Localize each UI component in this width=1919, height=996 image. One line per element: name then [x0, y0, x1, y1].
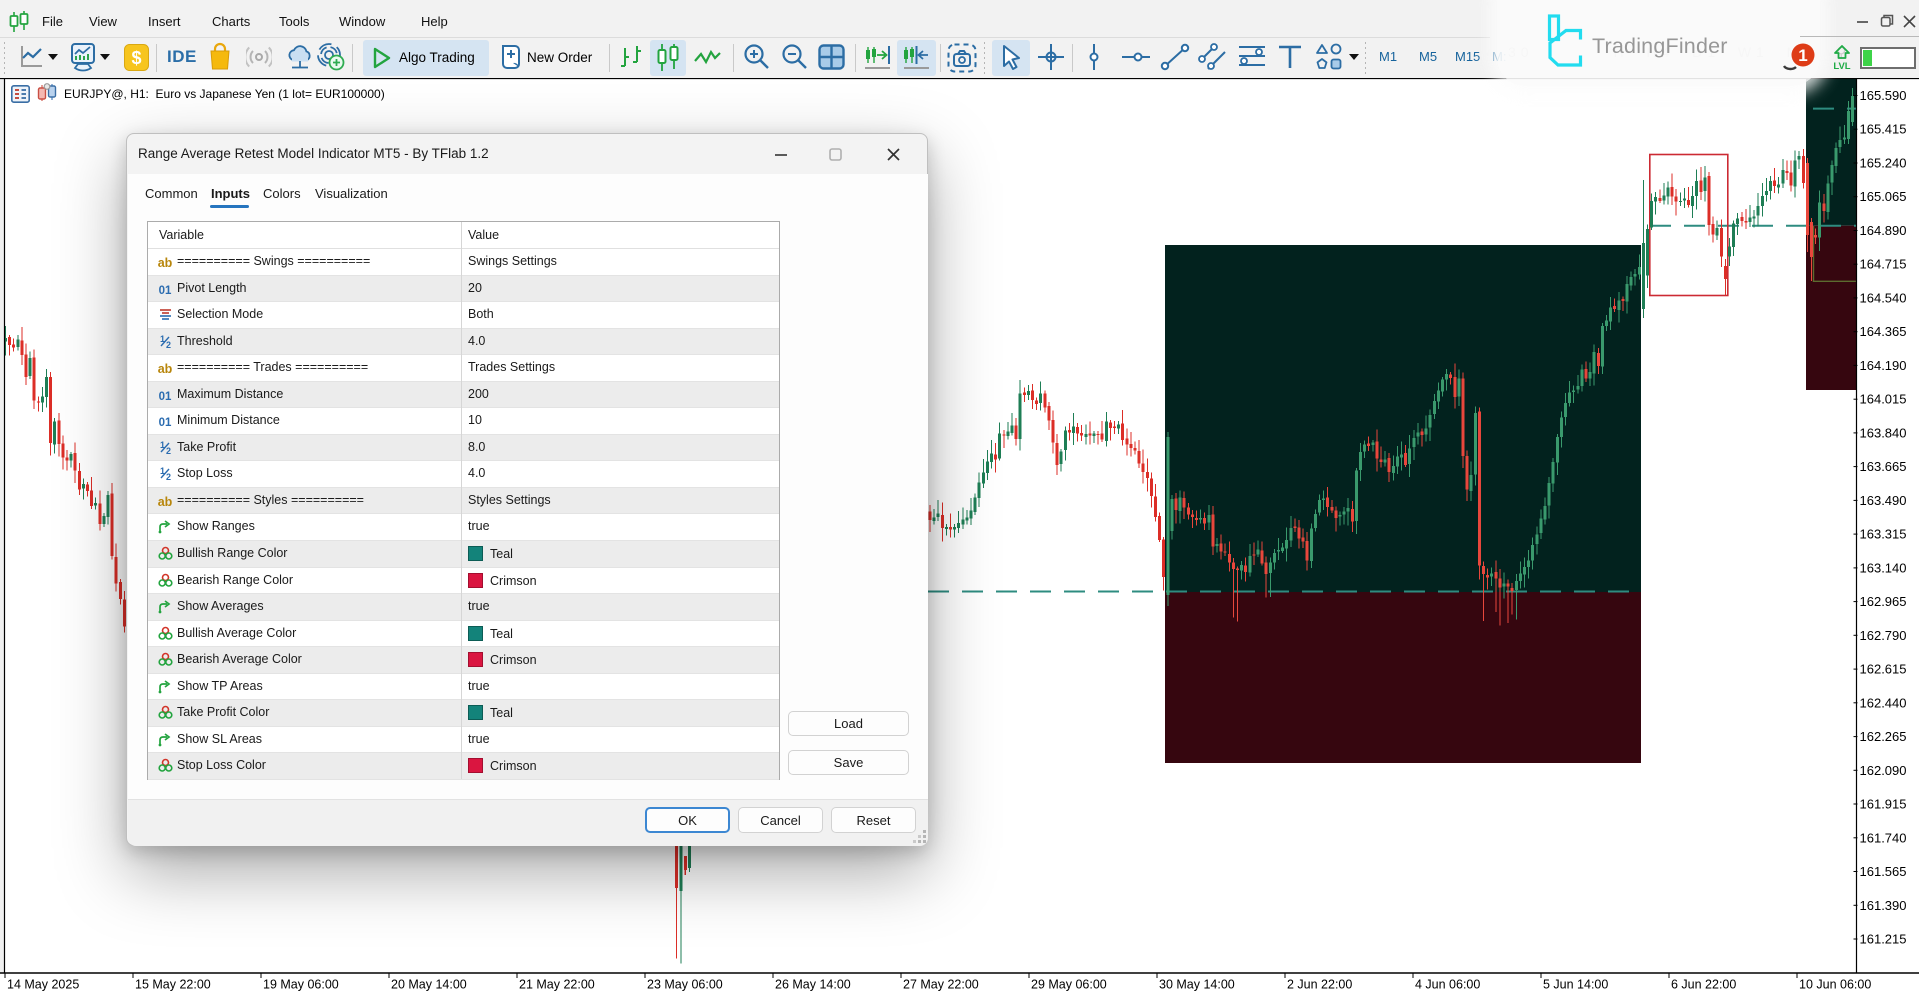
- svg-text:163.490: 163.490: [1860, 493, 1907, 508]
- svg-text:162.090: 162.090: [1860, 763, 1907, 778]
- svg-text:30 May 14:00: 30 May 14:00: [1159, 978, 1235, 992]
- svg-text:2: 2: [166, 446, 171, 455]
- svg-text:29 May 06:00: 29 May 06:00: [1031, 978, 1107, 992]
- svg-text:27 May 22:00: 27 May 22:00: [903, 978, 979, 992]
- svg-text:$: $: [131, 48, 141, 68]
- svg-text:6 Jun 22:00: 6 Jun 22:00: [1671, 978, 1736, 992]
- svg-text:163.140: 163.140: [1860, 560, 1907, 575]
- svg-text:5 Jun 14:00: 5 Jun 14:00: [1543, 978, 1608, 992]
- svg-text:161.565: 161.565: [1860, 864, 1907, 879]
- svg-text:165.415: 165.415: [1860, 122, 1907, 137]
- svg-text:164.015: 164.015: [1860, 392, 1907, 407]
- svg-text:164.890: 164.890: [1860, 223, 1907, 238]
- svg-text:163.665: 163.665: [1860, 459, 1907, 474]
- svg-text:163.840: 163.840: [1860, 425, 1907, 440]
- svg-text:162.615: 162.615: [1860, 662, 1907, 677]
- svg-text:163.315: 163.315: [1860, 527, 1907, 542]
- svg-text:164.715: 164.715: [1860, 257, 1907, 272]
- svg-text:164.365: 164.365: [1860, 324, 1907, 339]
- svg-text:20 May 14:00: 20 May 14:00: [391, 978, 467, 992]
- svg-text:165.590: 165.590: [1860, 88, 1907, 103]
- svg-text:21 May 22:00: 21 May 22:00: [519, 978, 595, 992]
- svg-text:161.215: 161.215: [1860, 932, 1907, 947]
- svg-text:162.965: 162.965: [1860, 594, 1907, 609]
- svg-text:10 Jun 06:00: 10 Jun 06:00: [1799, 978, 1871, 992]
- svg-text:162.440: 162.440: [1860, 695, 1907, 710]
- svg-text:164.190: 164.190: [1860, 358, 1907, 373]
- svg-text:164.540: 164.540: [1860, 290, 1907, 305]
- svg-text:2 Jun 22:00: 2 Jun 22:00: [1287, 978, 1352, 992]
- svg-text:2: 2: [166, 340, 171, 349]
- svg-text:161.390: 161.390: [1860, 898, 1907, 913]
- svg-text:165.240: 165.240: [1860, 156, 1907, 171]
- svg-text:LVL: LVL: [1833, 61, 1850, 71]
- svg-text:165.065: 165.065: [1860, 189, 1907, 204]
- svg-text:14 May 2025: 14 May 2025: [7, 978, 79, 992]
- svg-text:161.740: 161.740: [1860, 830, 1907, 845]
- svg-text:15 May 22:00: 15 May 22:00: [135, 978, 211, 992]
- svg-text:162.265: 162.265: [1860, 729, 1907, 744]
- svg-text:2: 2: [166, 472, 171, 481]
- svg-text:26 May 14:00: 26 May 14:00: [775, 978, 851, 992]
- svg-text:1: 1: [1798, 46, 1807, 65]
- svg-text:4 Jun 06:00: 4 Jun 06:00: [1415, 978, 1480, 992]
- svg-text:19 May 06:00: 19 May 06:00: [263, 978, 339, 992]
- svg-text:23 May 06:00: 23 May 06:00: [647, 978, 723, 992]
- svg-text:162.790: 162.790: [1860, 628, 1907, 643]
- svg-text:161.915: 161.915: [1860, 797, 1907, 812]
